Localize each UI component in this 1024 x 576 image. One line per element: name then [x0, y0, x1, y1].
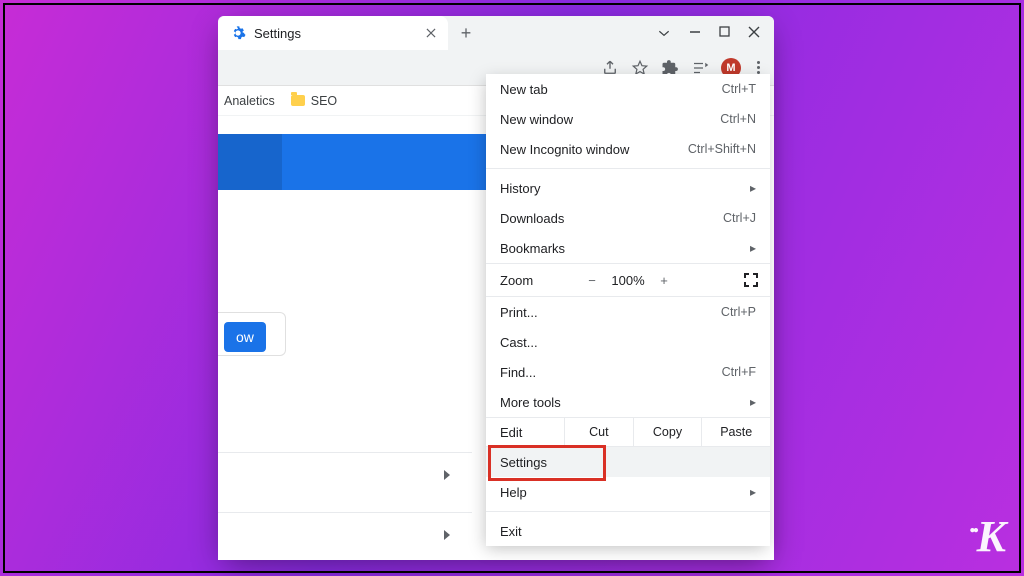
- submenu-arrow-icon: ▸: [750, 241, 756, 255]
- zoom-out-button[interactable]: −: [578, 273, 606, 288]
- bookmark-folder-seo[interactable]: SEO: [291, 94, 337, 108]
- window-controls: [657, 26, 774, 40]
- edit-cut-button[interactable]: Cut: [564, 418, 633, 446]
- close-tab-icon[interactable]: [424, 26, 438, 40]
- menu-item-downloads[interactable]: Downloads Ctrl+J: [486, 203, 770, 233]
- menu-item-print[interactable]: Print... Ctrl+P: [486, 297, 770, 327]
- menu-item-new-incognito[interactable]: New Incognito window Ctrl+Shift+N: [486, 134, 770, 164]
- zoom-value: 100%: [606, 273, 650, 288]
- zoom-in-button[interactable]: +: [650, 273, 678, 288]
- primary-button-partial[interactable]: ow: [224, 322, 266, 352]
- watermark: ••K: [969, 511, 1004, 562]
- edit-paste-button[interactable]: Paste: [701, 418, 770, 446]
- edit-copy-button[interactable]: Copy: [633, 418, 702, 446]
- menu-item-settings[interactable]: Settings: [486, 447, 770, 477]
- menu-item-bookmarks[interactable]: Bookmarks ▸: [486, 233, 770, 263]
- expandable-row[interactable]: [218, 512, 472, 556]
- tab-strip: Settings +: [218, 16, 774, 50]
- folder-icon: [291, 95, 305, 106]
- menu-item-history[interactable]: History ▸: [486, 173, 770, 203]
- chevron-right-icon: [442, 530, 452, 540]
- menu-item-help[interactable]: Help ▸: [486, 477, 770, 507]
- expandable-row[interactable]: [218, 452, 472, 496]
- menu-item-more-tools[interactable]: More tools ▸: [486, 387, 770, 417]
- menu-item-cast[interactable]: Cast...: [486, 327, 770, 357]
- minimize-button[interactable]: [689, 26, 701, 40]
- fullscreen-icon[interactable]: [744, 273, 758, 287]
- menu-item-find[interactable]: Find... Ctrl+F: [486, 357, 770, 387]
- chevron-right-icon: [442, 470, 452, 480]
- bookmark-folder-analetics[interactable]: Analetics: [224, 94, 275, 108]
- bookmark-label: Analetics: [224, 94, 275, 108]
- menu-item-zoom: Zoom − 100% +: [486, 263, 770, 297]
- overflow-menu: New tab Ctrl+T New window Ctrl+N New Inc…: [486, 74, 770, 546]
- menu-item-edit: Edit Cut Copy Paste: [486, 417, 770, 447]
- tab-search-icon[interactable]: [657, 26, 671, 40]
- submenu-arrow-icon: ▸: [750, 181, 756, 195]
- gear-icon: [230, 25, 246, 41]
- menu-item-new-window[interactable]: New window Ctrl+N: [486, 104, 770, 134]
- maximize-button[interactable]: [719, 26, 730, 40]
- tab-title: Settings: [254, 26, 301, 41]
- menu-item-exit[interactable]: Exit: [486, 516, 770, 546]
- close-window-button[interactable]: [748, 26, 760, 40]
- menu-item-new-tab[interactable]: New tab Ctrl+T: [486, 74, 770, 104]
- submenu-arrow-icon: ▸: [750, 395, 756, 409]
- settings-banner: [218, 134, 498, 190]
- bookmark-label: SEO: [311, 94, 337, 108]
- tab-settings[interactable]: Settings: [218, 16, 448, 50]
- new-tab-button[interactable]: +: [452, 19, 480, 47]
- submenu-arrow-icon: ▸: [750, 485, 756, 499]
- avatar-initial: M: [726, 62, 735, 74]
